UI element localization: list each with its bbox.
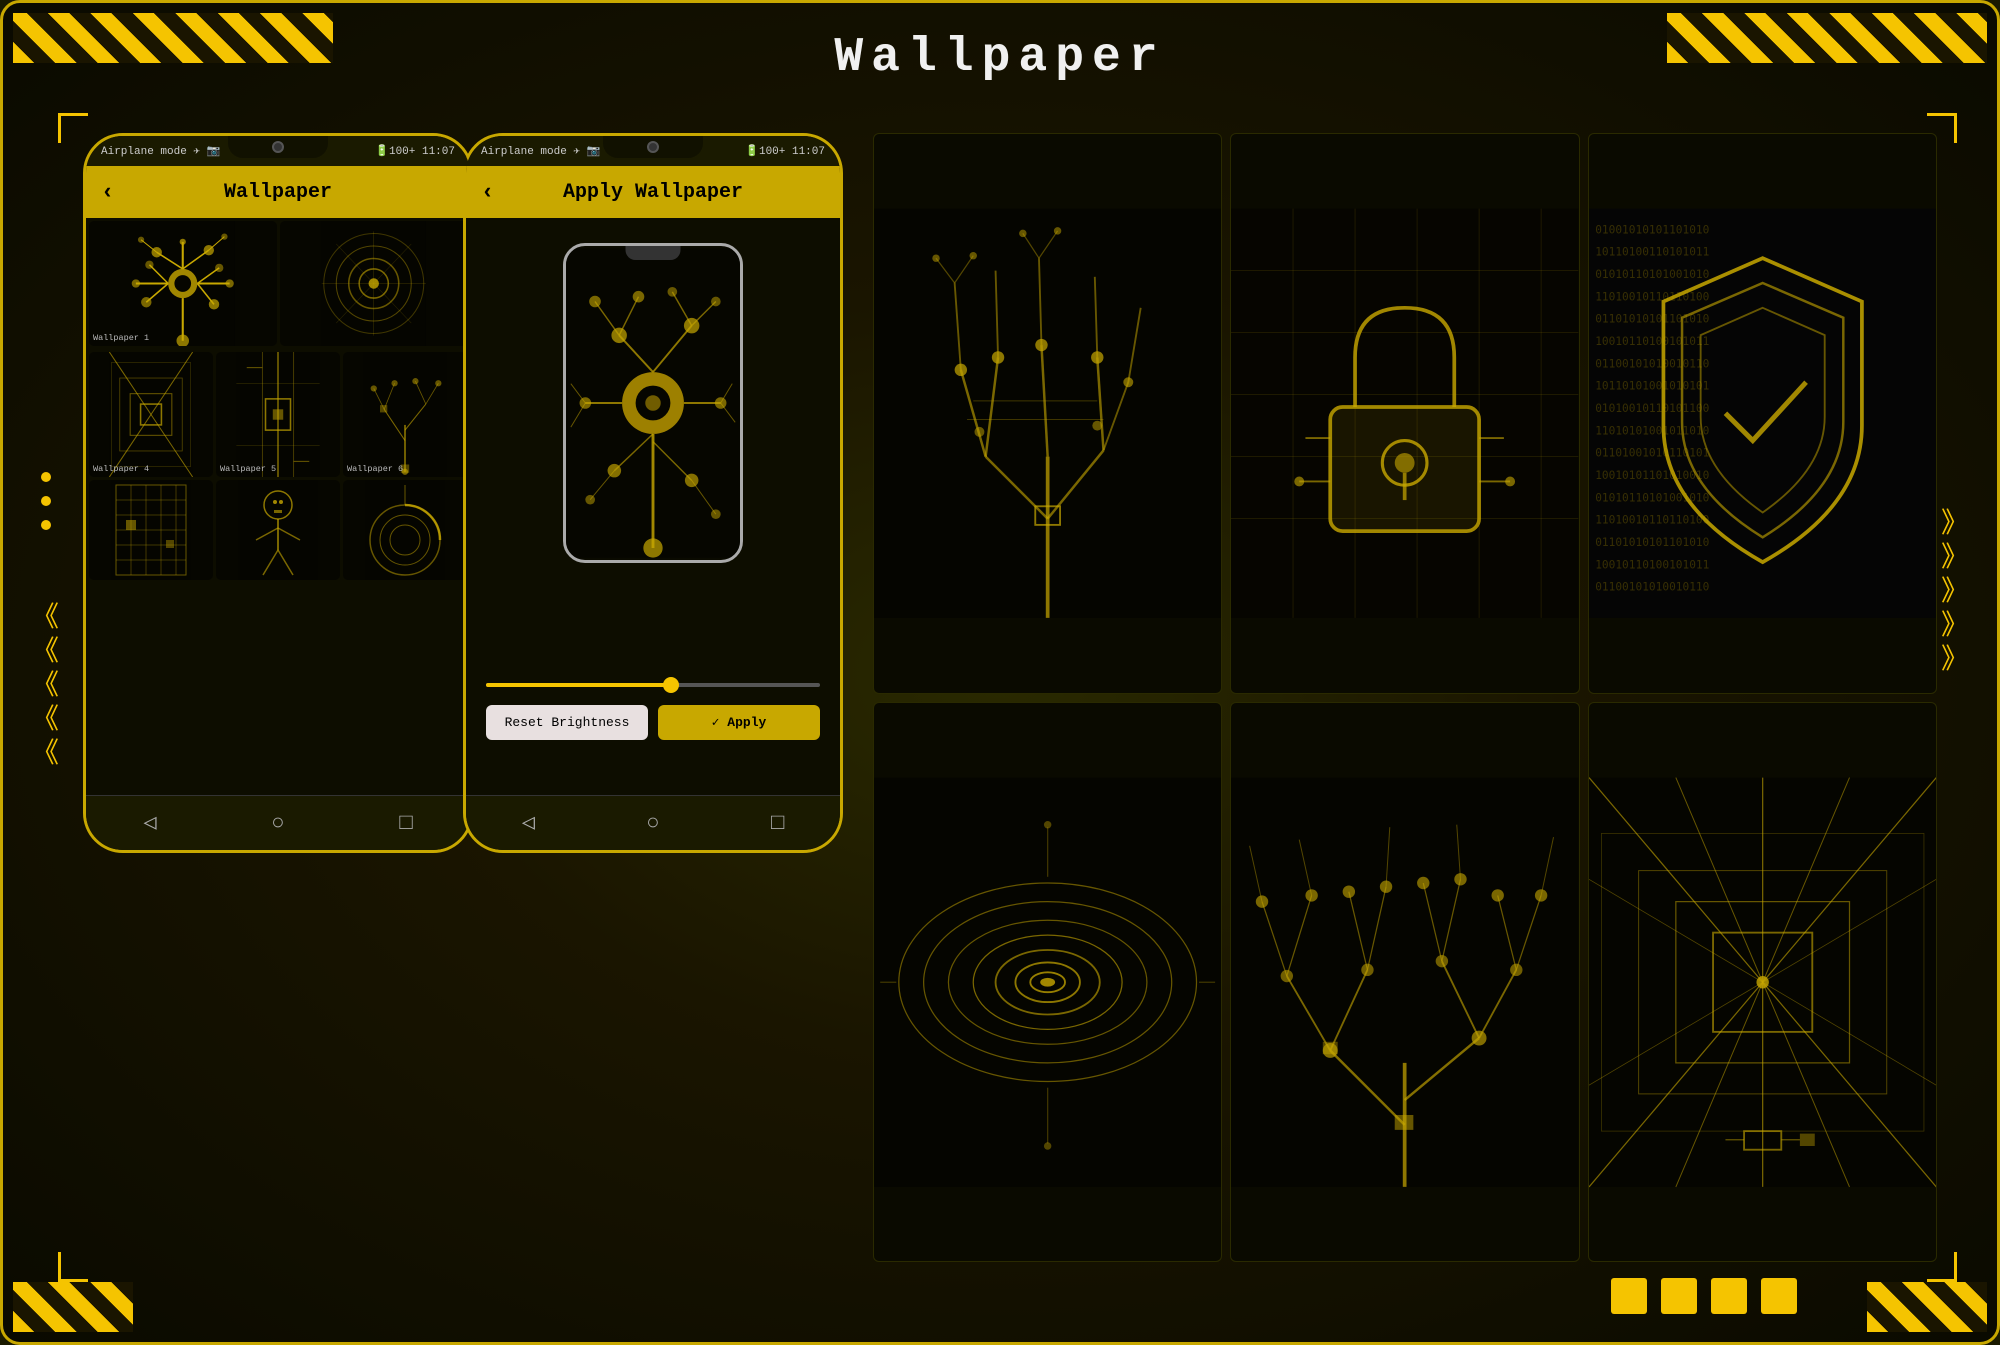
back-button-center[interactable]: ‹ xyxy=(481,180,494,205)
phone-camera-left xyxy=(272,141,284,153)
dot-3 xyxy=(41,520,51,530)
reset-brightness-button[interactable]: Reset Brightness xyxy=(486,705,648,740)
brightness-slider[interactable] xyxy=(486,675,820,695)
chevron-left-1: 《 xyxy=(31,606,59,634)
nav-home-left[interactable]: ○ xyxy=(271,811,284,836)
gallery-item-6[interactable] xyxy=(1588,702,1937,1263)
phone-center: Airplane mode ✈ 📷 🔋100+ 11:07 ‹ Apply Wa… xyxy=(463,133,843,853)
phone-header-left: ‹ Wallpaper xyxy=(86,166,470,218)
right-chevrons: 》 》 》 》 》 xyxy=(1941,512,1969,676)
main-container: Wallpaper 《 《 《 《 《 》 》 》 》 》 Airplane m… xyxy=(0,0,2000,1345)
phone-title-left: Wallpaper xyxy=(224,181,332,204)
corner-decoration-tl xyxy=(13,13,333,63)
svg-text:01101001010110101: 01101001010110101 xyxy=(1595,447,1709,460)
svg-text:11010010110110100: 11010010110110100 xyxy=(1595,514,1709,527)
dot-2 xyxy=(41,496,51,506)
wallpaper-label-5: Wallpaper 5 xyxy=(220,464,276,474)
wallpaper-cell-4[interactable]: Wallpaper 4 xyxy=(89,352,213,477)
action-buttons: Reset Brightness ✓ Apply xyxy=(486,705,820,740)
gallery-item-5[interactable] xyxy=(1230,702,1579,1263)
svg-text:10110100110101011: 10110100110101011 xyxy=(1595,246,1709,259)
phone-header-center: ‹ Apply Wallpaper xyxy=(466,166,840,218)
nav-back-left[interactable]: ◁ xyxy=(143,810,156,836)
gallery-item-1[interactable] xyxy=(873,133,1222,694)
wallpaper-cell-1[interactable]: Wallpaper 1 xyxy=(89,221,277,346)
wallpaper-cell-7[interactable] xyxy=(89,480,213,580)
chevron-left-4: 《 xyxy=(31,708,59,736)
chevron-right-5: 》 xyxy=(1941,648,1969,676)
status-center-right: 🔋100+ 11:07 xyxy=(745,144,825,158)
svg-text:10110101001010101: 10110101001010101 xyxy=(1595,380,1709,393)
phone-content-left: Wallpaper 1 xyxy=(86,218,470,795)
nav-home-center[interactable]: ○ xyxy=(646,811,659,836)
bottom-dot-2 xyxy=(1661,1278,1697,1314)
phone-bottom-bar-left: ◁ ○ □ xyxy=(86,795,470,850)
wallpaper-cell-5[interactable]: Wallpaper 5 xyxy=(216,352,340,477)
wallpaper-label-1: Wallpaper 1 xyxy=(93,333,149,343)
phone-left: Airplane mode ✈ 📷 🔋100+ 11:07 ‹ Wallpape… xyxy=(83,133,473,853)
bracket-bl xyxy=(58,1252,88,1282)
gallery-item-4[interactable] xyxy=(873,702,1222,1263)
chevron-right-3: 》 xyxy=(1941,580,1969,608)
preview-phone-frame xyxy=(563,243,743,563)
chevron-left-2: 《 xyxy=(31,640,59,668)
wallpaper-row-1: Wallpaper 1 xyxy=(89,221,467,346)
bottom-dots xyxy=(1611,1278,1797,1314)
brightness-fill xyxy=(486,683,670,687)
wallpaper-cell-6[interactable]: Wallpaper 6 xyxy=(343,352,467,477)
svg-text:01010010110101100: 01010010110101100 xyxy=(1595,402,1709,415)
bottom-dot-3 xyxy=(1711,1278,1747,1314)
chevron-left-5: 《 xyxy=(31,742,59,770)
corner-decoration-tr xyxy=(1667,13,1987,63)
svg-text:10010110100101011: 10010110100101011 xyxy=(1595,335,1709,348)
wallpaper-cell-8[interactable] xyxy=(216,480,340,580)
wallpaper-label-4: Wallpaper 4 xyxy=(93,464,149,474)
preview-notch xyxy=(626,246,681,260)
gallery-item-3[interactable]: 01001010101101010 10110100110101011 0101… xyxy=(1588,133,1937,694)
svg-text:11010101001011010: 11010101001011010 xyxy=(1595,424,1709,437)
phone-camera-center xyxy=(647,141,659,153)
dot-1 xyxy=(41,472,51,482)
svg-text:01100101010010110: 01100101010010110 xyxy=(1595,581,1709,594)
gallery-item-2[interactable] xyxy=(1230,133,1579,694)
corner-decoration-bl xyxy=(13,1282,133,1332)
svg-text:01101010101101010: 01101010101101010 xyxy=(1595,536,1709,549)
left-chevrons: 《 《 《 《 《 xyxy=(31,606,59,770)
status-right-text: 🔋100+ 11:07 xyxy=(375,144,455,158)
wallpaper-cell-2[interactable] xyxy=(280,221,468,346)
corner-decoration-br xyxy=(1867,1282,1987,1332)
bottom-dot-4 xyxy=(1761,1278,1797,1314)
chevron-right-4: 》 xyxy=(1941,614,1969,642)
status-center-left: Airplane mode ✈ 📷 xyxy=(481,144,600,158)
chevron-left-3: 《 xyxy=(31,674,59,702)
phone-content-center: Reset Brightness ✓ Apply xyxy=(466,218,840,795)
chevron-right-1: 》 xyxy=(1941,512,1969,540)
svg-text:01001010101101010: 01001010101101010 xyxy=(1595,223,1709,236)
wallpaper-row-3 xyxy=(89,480,467,580)
svg-text:01010110101001010: 01010110101001010 xyxy=(1595,268,1709,281)
brightness-thumb[interactable] xyxy=(663,677,679,693)
wallpaper-cell-9[interactable] xyxy=(343,480,467,580)
left-dots xyxy=(41,472,51,530)
right-gallery-panel: 01001010101101010 10110100110101011 0101… xyxy=(873,133,1937,1262)
apply-button[interactable]: ✓ Apply xyxy=(658,705,820,740)
brightness-track xyxy=(486,683,820,687)
nav-back-center[interactable]: ◁ xyxy=(522,810,535,836)
svg-text:01100101010010110: 01100101010010110 xyxy=(1595,357,1709,370)
wallpaper-label-6: Wallpaper 6 xyxy=(347,464,403,474)
svg-text:11010010110110100: 11010010110110100 xyxy=(1595,290,1709,303)
nav-recent-left[interactable]: □ xyxy=(399,811,412,836)
nav-recent-center[interactable]: □ xyxy=(771,811,784,836)
back-button-left[interactable]: ‹ xyxy=(101,180,114,205)
chevron-right-2: 》 xyxy=(1941,546,1969,574)
bracket-tl xyxy=(58,113,88,143)
page-title: Wallpaper xyxy=(834,31,1165,85)
phone-title-center: Apply Wallpaper xyxy=(563,181,743,204)
bottom-dot-1 xyxy=(1611,1278,1647,1314)
svg-text:10010101101010010: 10010101101010010 xyxy=(1595,469,1709,482)
status-left-text: Airplane mode ✈ 📷 xyxy=(101,144,220,158)
wallpaper-row-2: Wallpaper 4 xyxy=(89,352,467,477)
svg-text:10010110100101011: 10010110100101011 xyxy=(1595,558,1709,571)
phone-bottom-bar-center: ◁ ○ □ xyxy=(466,795,840,850)
